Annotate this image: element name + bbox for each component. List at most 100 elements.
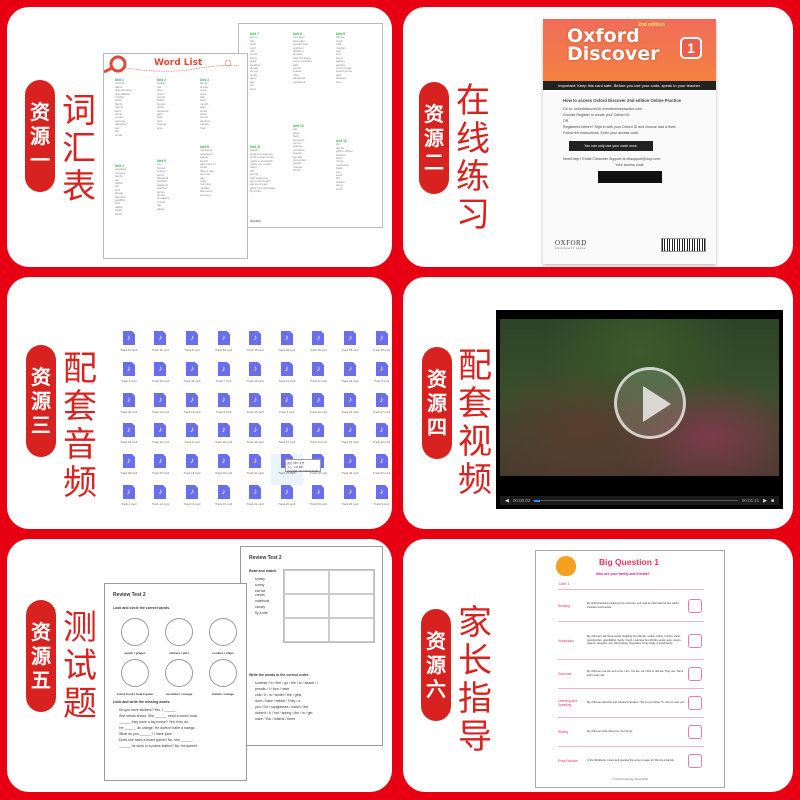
- audio-file[interactable]: ♪ Track 35.mp3: [176, 361, 208, 393]
- skill-description: My child can describe and introduce fami…: [587, 701, 685, 705]
- resource-tag: 资 源 四: [422, 347, 452, 459]
- music-file-icon: ♪: [154, 392, 167, 407]
- access-code-card: 2nd edition Oxford Discover 1 Important:…: [543, 19, 716, 264]
- audio-file[interactable]: ♪ Track 5.mp3: [366, 361, 392, 393]
- audio-file[interactable]: ♪ Track 25.mp3: [145, 454, 177, 485]
- audio-file[interactable]: ♪ Track 11.mp3: [145, 331, 177, 362]
- audio-file[interactable]: ♪ Track 39.mp3: [145, 361, 177, 393]
- next-icon[interactable]: ▶: [763, 498, 767, 504]
- progress-bar[interactable]: [534, 499, 738, 502]
- audio-file[interactable]: ♪ Track 7.mp3: [208, 361, 240, 393]
- audio-file[interactable]: ♪ Track 28.mp3: [366, 331, 392, 362]
- music-file-icon: ♪: [154, 484, 167, 499]
- audio-file[interactable]: ♪ Track 26.mp3: [334, 392, 366, 424]
- checkbox[interactable]: [688, 725, 702, 739]
- order-line: pencils / I / four / have: [255, 687, 290, 691]
- checkbox[interactable]: [688, 598, 702, 613]
- audio-file[interactable]: ♪ Track 31.mp3: [239, 454, 271, 485]
- file-name: Track 13.mp3: [151, 501, 169, 506]
- video-controls: ◀ 00:00:02 00:01:11 ▶ ■: [500, 496, 779, 505]
- audio-file[interactable]: ♪ Track 14.mp3: [145, 392, 177, 424]
- music-file-icon: ♪: [375, 361, 388, 376]
- audio-file[interactable]: ♪ Track 42.mp3: [366, 454, 392, 485]
- audio-file[interactable]: ♪ Track 3.mp3: [113, 361, 145, 393]
- audio-file[interactable]: ♪ Track 1.mp3: [113, 484, 145, 516]
- file-name: Track 11.mp3: [151, 348, 169, 352]
- checkbox[interactable]: [688, 696, 702, 710]
- video-player[interactable]: ◀ 00:00:02 00:01:11 ▶ ■: [496, 310, 783, 509]
- missing-word-line: ______ they have a big house? Yes, they …: [119, 720, 189, 724]
- checkbox[interactable]: [688, 667, 702, 681]
- audio-file[interactable]: ♪ Track 53.mp3: [303, 484, 335, 516]
- audio-file[interactable]: ♪ Track 2.mp3: [176, 423, 208, 454]
- audio-file[interactable]: ♪ Track 47.mp3: [303, 361, 335, 393]
- volume-icon[interactable]: ◀: [505, 498, 509, 504]
- audio-file[interactable]: ♪ Track 46.mp3: [239, 331, 271, 362]
- audio-file[interactable]: ♪ Track 15.mp3: [176, 454, 208, 485]
- match-item: cloudy: [255, 605, 266, 609]
- audio-file[interactable]: ♪ Track 51.mp3: [334, 423, 366, 454]
- music-file-icon: ♪: [217, 484, 230, 499]
- file-name: Track 48.mp3: [278, 348, 296, 352]
- audio-file[interactable]: ♪ Track 41.mp3: [239, 484, 271, 516]
- audio-file[interactable]: ♪ Track 37.mp3: [271, 423, 303, 454]
- picture-option: stickers / pins: [157, 614, 201, 655]
- music-file-icon: ♪: [249, 454, 262, 469]
- match-item: notebook: [255, 599, 270, 603]
- audio-file[interactable]: ♪ Track 24.mp3: [113, 423, 145, 454]
- audio-file[interactable]: ♪ Track 33.mp3: [303, 423, 335, 454]
- skill-label: Listening and Speaking: [558, 699, 577, 707]
- file-name: Track 53.mp3: [309, 501, 327, 506]
- audio-file[interactable]: ♪ Track 4.mp3: [271, 392, 303, 424]
- audio-file[interactable]: ♪ Track 29.mp3: [208, 423, 240, 454]
- audio-file[interactable]: ♪ Track 22.mp3: [366, 423, 392, 454]
- checkbox[interactable]: [688, 633, 702, 648]
- file-name: Track 40.mp3: [151, 440, 169, 445]
- panel-video: 资 源 四 配 套 视 频 ◀ 00:00:02 00:01:11 ▶ ■: [403, 277, 793, 529]
- audio-file[interactable]: ♪ Track 36.mp3: [113, 454, 145, 485]
- audio-file[interactable]: ♪ Track 6.mp3: [208, 392, 240, 424]
- use-once-notice: You can only use your code once.: [569, 141, 653, 151]
- audio-file[interactable]: ♪ Track 45.mp3: [239, 392, 271, 424]
- file-name: Track 22.mp3: [373, 440, 391, 445]
- audio-file[interactable]: ♪ Track 10.mp3: [113, 331, 145, 362]
- file-name: Track 43.mp3: [341, 378, 359, 383]
- music-file-icon: ♪: [122, 361, 135, 376]
- audio-file[interactable]: ♪ Track 20.mp3: [334, 484, 366, 516]
- audio-file[interactable]: ♪ Track 12.mp3: [271, 361, 303, 393]
- file-name: Track 34.mp3: [246, 440, 264, 445]
- audio-file[interactable]: ♪ Track 40.mp3: [145, 423, 177, 454]
- audio-file[interactable]: ♪ Track 19.mp3: [176, 484, 208, 516]
- audio-file[interactable]: ♪ Track 16.mp3: [239, 361, 271, 393]
- audio-file[interactable]: ♪ Track 49.mp3: [303, 392, 335, 424]
- audio-file[interactable]: ♪ Track 13.mp3: [145, 484, 177, 516]
- audio-file[interactable]: ♪ Track 43.mp3: [334, 361, 366, 393]
- audio-file[interactable]: ♪ Track 20.mp3: [271, 484, 303, 516]
- music-file-icon: ♪: [343, 423, 356, 438]
- word-list-front-page: Word List Unit 1 brother father grandmother…: [103, 53, 248, 259]
- audio-file[interactable]: ♪ Track 17.mp3: [366, 392, 392, 424]
- audio-file[interactable]: ♪ Track 13.mp3: [176, 392, 208, 424]
- important-notice: Important: Keep this card safe. Before y…: [543, 81, 716, 90]
- skill-label: Extra Practice: [558, 759, 578, 763]
- skill-description: My child can use the verb to be. I am. Y…: [587, 670, 684, 677]
- audio-file[interactable]: ♪ Track 19.mp3: [208, 454, 240, 485]
- audio-file[interactable]: ♪ Track 8.mp3: [176, 331, 208, 362]
- fullscreen-icon[interactable]: ■: [771, 498, 774, 504]
- checkbox[interactable]: [688, 754, 702, 768]
- audio-file[interactable]: ♪ Track 48.mp3: [271, 331, 303, 362]
- audio-file[interactable]: ♪ Track 9.mp3: [366, 484, 392, 516]
- audio-file[interactable]: ♪ Track 52.mp3: [334, 331, 366, 362]
- audio-file[interactable]: ♪ Track 44.mp3: [334, 454, 366, 485]
- audio-file[interactable]: ♪ Track 34.mp3: [239, 423, 271, 454]
- audio-file[interactable]: ♪ Track 30.mp3: [113, 392, 145, 424]
- test-sheet-back: Review Test 2 Read and match. snowy sunny…: [240, 546, 383, 746]
- circle-options: peach / grapes stickers / pins cookies / c…: [113, 614, 238, 696]
- audio-file[interactable]: ♪ Track 23.mp3: [208, 484, 240, 516]
- play-button[interactable]: [614, 367, 686, 439]
- audio-file[interactable]: ♪ Track 50.mp3: [208, 331, 240, 362]
- order-line: you / Do / sunglasses / watch / the: [255, 705, 309, 709]
- file-name: Track 9.mp3: [373, 501, 390, 506]
- barcode: [661, 238, 706, 252]
- audio-file[interactable]: ♪ Track 38.mp3: [303, 331, 335, 362]
